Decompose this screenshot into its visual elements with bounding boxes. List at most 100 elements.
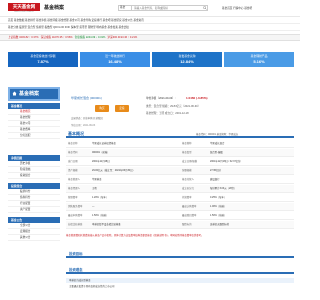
banner-value: 16.48%: [108, 59, 122, 64]
info-row: 基金管理人 华夏基金 基金托管人 建设银行: [66, 176, 294, 184]
fee-notice: 基金管理费和托管费直接从基金产品中扣除，具体计算方法及费率结构请参见基金《招募说…: [66, 234, 204, 237]
sidebar-item[interactable]: 投资组合: [8, 173, 60, 179]
banner-label: 基金定投收益计算器: [30, 54, 56, 58]
promo-banner[interactable]: 新发基金认购 12.84%: [152, 52, 222, 67]
info-value[interactable]: 华夏基金: [92, 176, 102, 184]
info-key: 基金管理人: [68, 178, 80, 181]
promo-banner[interactable]: 近一年收益排行 16.48%: [80, 52, 150, 67]
home-icon: [12, 91, 17, 96]
banner-label: 近一年收益排行: [105, 54, 125, 58]
info-row: 资产规模 29.84亿元（截止至：2021年06月30日） 份额规模 27.95…: [66, 167, 294, 175]
info-key: 最高申购费率: [68, 214, 83, 217]
buy-button[interactable]: 购买: [95, 105, 109, 112]
info-key: 成立日期/规模: [182, 160, 198, 163]
info-key: 发行日期: [68, 160, 78, 163]
banner-value: 12.84%: [180, 59, 194, 64]
info-key: 销售服务费率: [68, 205, 83, 208]
info-key: 基金经理人: [68, 187, 80, 190]
ticker-item[interactable]: 创业板指 2244.09 ↓ 0.31%: [75, 36, 106, 39]
info-value: 1.00%（前端）: [210, 205, 227, 208]
info-header-bar: [66, 130, 294, 138]
banner-value: 7.87%: [37, 59, 49, 64]
info-value: 华夏成长混合: [210, 142, 225, 145]
banner-label: 基金理财产品: [250, 54, 268, 58]
main-nav[interactable]: 首页 基金数据 基金排行 基金净值 基金评级 基金经理 基金公司 基金导购 定投…: [0, 17, 300, 24]
info-key: 最高认购费率: [182, 205, 197, 208]
info-value: 本基金暂不设业绩比较基准: [92, 223, 121, 226]
info-key: 管理费率: [68, 196, 78, 199]
banner-label: 新发基金认购: [178, 54, 196, 58]
info-key: 基金托管人: [182, 178, 194, 181]
nav-value: 1.0460 (-0.85%): [186, 96, 208, 100]
info-value: 0.25%（每年）: [210, 196, 227, 199]
banner-value: 5.16%: [253, 59, 265, 64]
info-value: 000001（前端）: [92, 151, 110, 154]
info-key: 业绩比较基准: [68, 223, 83, 226]
info-key: 资产规模: [68, 169, 78, 172]
info-key: 跟踪标的: [182, 223, 192, 226]
info-fund-code: 基金代码：000001 基金简称：华夏成长: [196, 133, 239, 136]
info-value: 混合型-偏股: [210, 151, 223, 154]
fund-type-scale: 类型：混合型 规模：29.84亿元（2021-06-30）: [146, 105, 201, 108]
market-ticker: 上证指数 3403.82 ↑ 0.37% 深证成指 11076.35 ↑ 0.5…: [0, 34, 300, 41]
info-row: 业绩比较基准 本基金暂不设业绩比较基准 跟踪标的 该基金无跟踪标的: [66, 221, 294, 229]
info-row: 基金全称 华夏成长证券投资基金 基金简称 华夏成长混合: [66, 140, 294, 148]
sidebar-item[interactable]: 其他公告: [8, 235, 60, 241]
sidebar-item[interactable]: 资产配置: [8, 207, 60, 213]
fund-category-nav[interactable]: 基金分类 股票型 混合型 债券型 指数型 QDII LOF FOF 保本型 货币…: [0, 24, 300, 31]
section-investment-goal: 投资目标: [66, 250, 294, 258]
info-key: 基金简称: [182, 142, 192, 145]
info-key: 份额规模: [182, 169, 192, 172]
search-input[interactable]: [132, 5, 208, 11]
info-value: 1.50%（前端）: [92, 214, 109, 217]
promo-banner[interactable]: 基金理财产品 5.16%: [224, 52, 294, 67]
trade-status: 交易状态：开放申购 开放赎回: [71, 117, 103, 120]
nav-label: 单位净值（2021-09-03）:: [146, 97, 176, 100]
sidebar-header[interactable]: 基金档案: [8, 87, 60, 101]
info-value: 该基金无跟踪标的: [210, 223, 230, 226]
info-row: 最高申购费率 1.50%（前端） 最高赎回费率 1.50%（前端）: [66, 212, 294, 220]
info-row: 基金代码 000001（前端） 基金类型 混合型-偏股: [66, 149, 294, 157]
philosophy-text: 本基金为成长型基金: [66, 278, 294, 283]
site-logo[interactable]: 天天基金网: [8, 3, 40, 11]
ticker-item[interactable]: 沪深300 4193.46 ↑ 0.21%: [108, 36, 138, 39]
info-key: 成立来分红: [182, 187, 194, 190]
logo-url: www.1234567.com.cn: [14, 11, 34, 13]
info-value[interactable]: 王晓: [92, 185, 97, 193]
section-title: 基本概况: [68, 131, 84, 136]
info-key: 基金类型: [182, 151, 192, 154]
info-row: 销售服务费率 --- 最高认购费率 1.00%（前端）: [66, 203, 294, 211]
fixed-invest-button[interactable]: 定投: [115, 105, 129, 112]
info-value: 华夏成长证券投资基金: [92, 142, 116, 145]
info-value: ---: [92, 205, 95, 208]
ticker-item[interactable]: 深证成指 11076.35 ↑ 0.56%: [41, 36, 73, 39]
fund-manager-inception: 基金经理：王晓 成立日：2001-12-18: [146, 112, 189, 115]
sidebar-header-label: 基金档案: [19, 91, 40, 97]
fund-title[interactable]: 华夏成长混合 (000001): [71, 96, 102, 100]
philosophy-text: 主要通过投资于具有良好成长性的上市公司: [69, 285, 115, 288]
info-row: 发行日期 2001年11月28日 成立日期/规模 2001年12月18日 / 3…: [66, 158, 294, 166]
info-row: 管理费率 1.20%（每年） 托管费率 0.25%（每年）: [66, 194, 294, 202]
info-value: 2001年11月28日: [92, 160, 110, 163]
top-links[interactable]: 基金首页 行情中心 基金吧: [222, 6, 252, 10]
ticker-item[interactable]: 上证指数 3403.82 ↑ 0.37%: [8, 36, 39, 39]
info-value[interactable]: 建设银行: [210, 176, 220, 184]
search-icon[interactable]: [203, 6, 207, 10]
search-category-select[interactable]: 基金: [118, 5, 132, 11]
page-title: 基金档案: [44, 5, 65, 11]
promo-banner[interactable]: 基金定投收益计算器 7.87%: [8, 52, 78, 67]
info-key: 基金代码: [68, 151, 78, 154]
info-key: 基金全称: [68, 142, 78, 145]
section-investment-philosophy: 投资理念: [66, 266, 294, 274]
info-value: 1.50%（前端）: [210, 214, 227, 217]
info-value: 每份累计3.03元（28次）: [210, 187, 237, 190]
info-key: 托管费率: [182, 196, 192, 199]
nav-date: 净值日期：2021-09-03: [71, 124, 96, 127]
sidebar-item[interactable]: 分红送配: [8, 133, 60, 139]
info-key: 最高赎回费率: [182, 214, 197, 217]
info-row: 基金经理人 王晓 成立来分红 每份累计3.03元（28次）: [66, 185, 294, 193]
info-value: 2001年12月18日 / 32.37亿份: [210, 160, 241, 163]
info-value: 1.20%（每年）: [92, 196, 109, 199]
info-value: 27.95亿份: [210, 169, 221, 172]
info-value: 29.84亿元（截止至：2021年06月30日）: [92, 169, 135, 172]
